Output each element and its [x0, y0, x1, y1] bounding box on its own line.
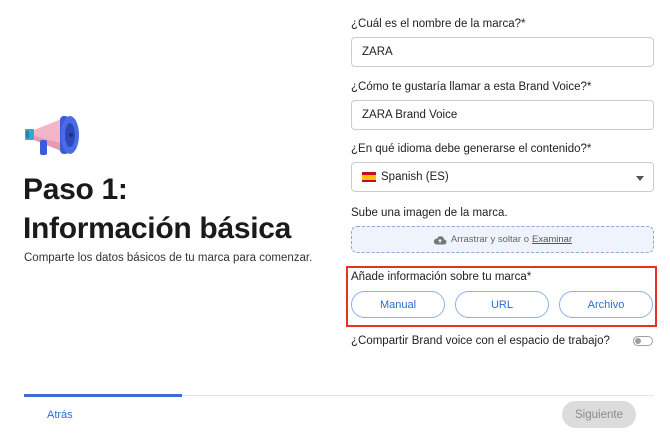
page-title-line1: Paso 1:	[23, 173, 128, 206]
megaphone-icon	[24, 112, 82, 162]
share-toggle[interactable]	[633, 336, 653, 346]
page-subtitle: Comparte los datos básicos de tu marca p…	[24, 252, 313, 264]
voice-name-value: ZARA Brand Voice	[362, 109, 458, 121]
spain-flag-icon	[362, 172, 376, 182]
share-label: ¿Compartir Brand voice con el espacio de…	[351, 335, 610, 347]
file-button[interactable]: Archivo	[559, 291, 653, 318]
info-source-label: Añade información sobre tu marca*	[351, 271, 532, 283]
image-upload-label: Sube una imagen de la marca.	[351, 207, 508, 219]
cloud-upload-icon	[433, 235, 447, 245]
voice-name-input[interactable]: ZARA Brand Voice	[351, 100, 654, 130]
back-button[interactable]: Atrás	[47, 409, 73, 421]
browse-link[interactable]: Examinar	[532, 234, 572, 245]
progress-bar	[24, 394, 182, 397]
manual-button[interactable]: Manual	[351, 291, 445, 318]
dropzone-hint: Arrastrar y soltar o	[450, 234, 529, 245]
page-title: Paso 1: Información básica	[23, 170, 291, 248]
brand-name-value: ZARA	[362, 46, 393, 58]
url-button[interactable]: URL	[455, 291, 549, 318]
language-value: Spanish (ES)	[381, 171, 449, 183]
chevron-down-icon	[636, 176, 644, 181]
language-label: ¿En qué idioma debe generarse el conteni…	[351, 143, 592, 155]
page-title-line2: Información básica	[23, 212, 292, 245]
brand-name-input[interactable]: ZARA	[351, 37, 654, 67]
language-select[interactable]: Spanish (ES)	[351, 162, 654, 192]
brand-name-label: ¿Cuál es el nombre de la marca?*	[351, 18, 526, 30]
next-button[interactable]: Siguiente	[562, 401, 636, 428]
voice-name-label: ¿Cómo te gustaría llamar a esta Brand Vo…	[351, 81, 592, 93]
image-dropzone[interactable]: Arrastrar y soltar o Examinar	[351, 226, 654, 253]
